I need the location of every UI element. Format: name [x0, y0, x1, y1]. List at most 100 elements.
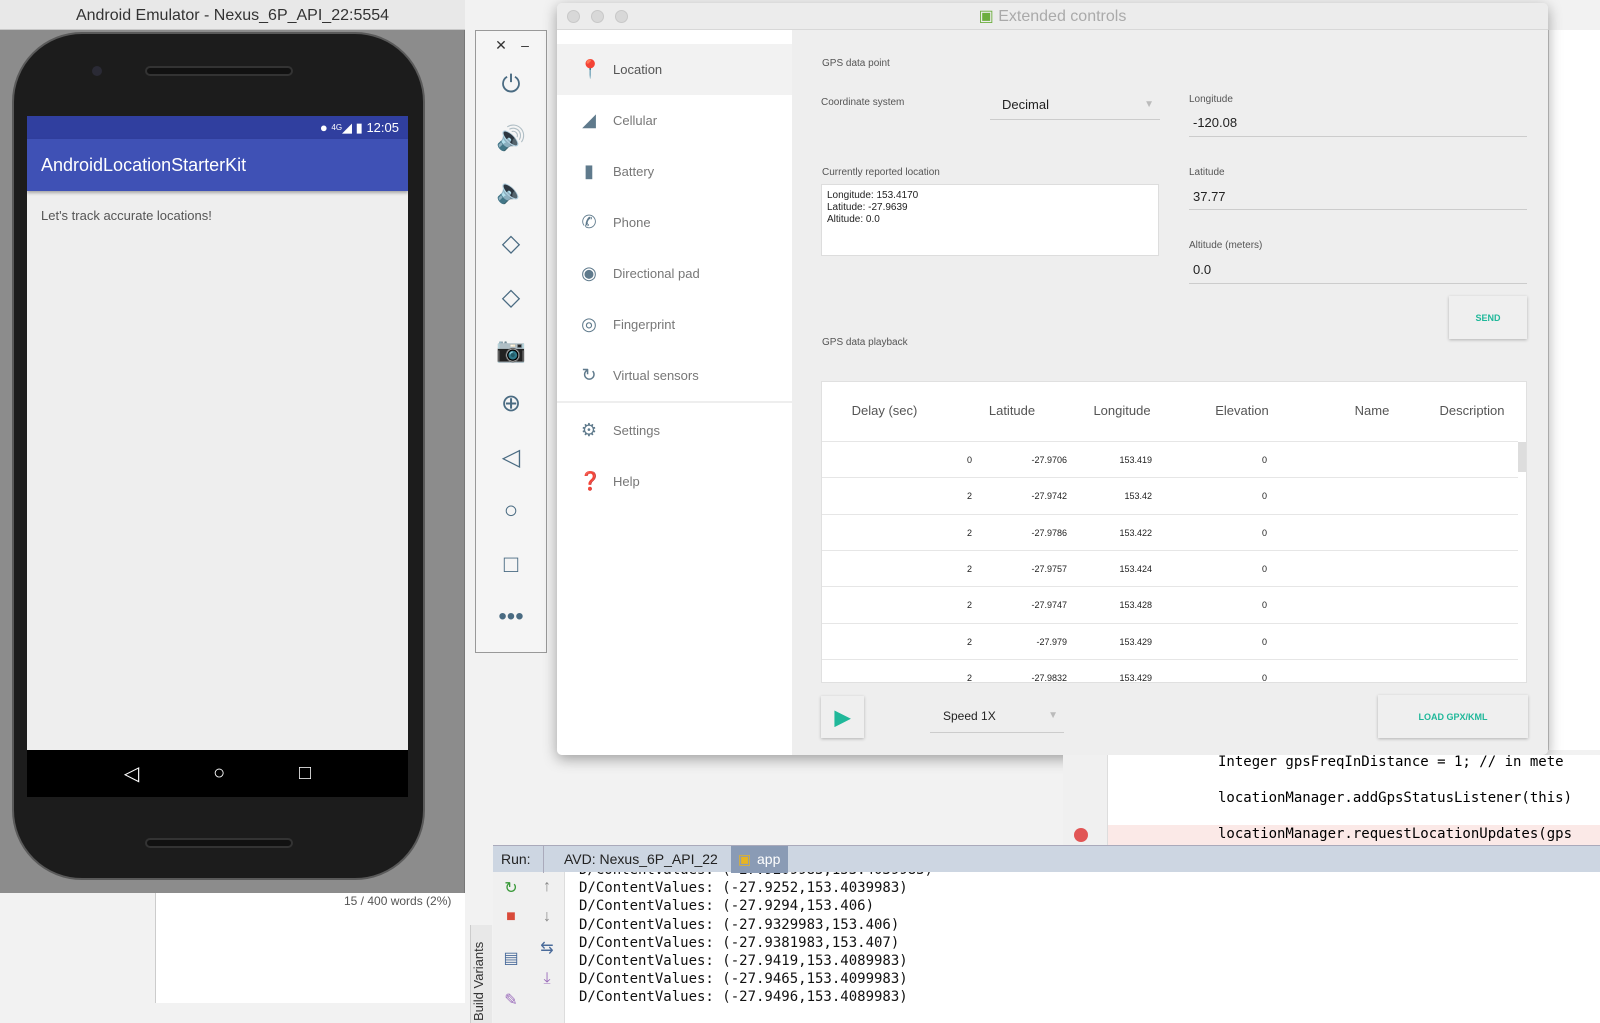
layout-icon[interactable]: ▤ — [499, 948, 523, 968]
altitude-input[interactable]: 0.0 — [1189, 262, 1527, 284]
coordinate-system-select[interactable]: Decimal ▼ — [990, 93, 1160, 120]
minimize-button[interactable] — [591, 10, 604, 23]
scrollbar[interactable] — [1518, 442, 1526, 472]
table-row[interactable]: 2 -27.9747 153.428 0 — [822, 586, 1518, 622]
play-button[interactable]: ▶ — [821, 696, 864, 738]
sidebar-item-phone[interactable]: ✆ Phone — [557, 197, 792, 248]
sidebar-item-help[interactable]: ❓ Help — [557, 456, 792, 507]
back-icon[interactable]: ◁ — [476, 443, 546, 472]
speed-select[interactable]: Speed 1X ▼ — [930, 703, 1064, 733]
reported-longitude: Longitude: 153.4170 — [827, 190, 919, 201]
home-icon[interactable]: ○ — [476, 497, 546, 525]
up-arrow-icon[interactable]: ↑ — [535, 878, 559, 896]
stop-icon[interactable]: ■ — [499, 908, 523, 926]
battery-icon: ▮ — [355, 120, 363, 135]
overview-icon[interactable]: □ — [476, 551, 546, 579]
power-icon[interactable]: ⏻ — [476, 71, 546, 99]
sidebar-item-settings[interactable]: ⚙ Settings — [557, 405, 792, 456]
sidebar-item-label: Phone — [613, 215, 651, 230]
breakpoint-icon[interactable] — [1074, 828, 1088, 842]
volume-down-icon[interactable]: 🔈 — [476, 177, 546, 206]
zoom-icon[interactable]: ⊕ — [476, 389, 546, 418]
latitude-label: Latitude — [1189, 167, 1225, 178]
divider — [557, 401, 792, 403]
folder-icon: ▣ — [738, 851, 752, 867]
column-header[interactable]: Delay (sec) — [832, 382, 937, 440]
back-icon[interactable]: ◁ — [124, 761, 139, 786]
rotate-right-icon[interactable]: ◇ — [476, 283, 546, 312]
tab-app[interactable]: ▣ app — [731, 846, 789, 873]
log-line: D/ContentValues: (-27.9496,153.4089983) — [579, 989, 908, 1006]
altitude-label: Altitude (meters) — [1189, 240, 1263, 251]
column-header[interactable]: Longitude — [1072, 382, 1172, 440]
sidebar-item-location[interactable]: 📍 Location — [557, 44, 792, 95]
camera-icon[interactable]: 📷 — [476, 336, 546, 365]
latitude-input[interactable]: 37.77 — [1189, 189, 1527, 210]
column-header[interactable]: Name — [1332, 382, 1412, 440]
gps-playback-heading: GPS data playback — [822, 337, 908, 348]
table-cell: -27.9757 — [1031, 563, 1067, 574]
column-header[interactable]: Description — [1427, 382, 1517, 440]
zoom-button[interactable] — [615, 10, 628, 23]
minimize-icon[interactable]: – — [490, 37, 560, 53]
column-header[interactable]: Latitude — [962, 382, 1062, 440]
table-cell: 0 — [1261, 672, 1267, 683]
phone-screen[interactable]: ● 4G◢ ▮ 12:05 AndroidLocationStarterKit … — [27, 116, 408, 797]
speaker-bottom — [145, 838, 293, 848]
phone-icon: ✆ — [581, 212, 597, 232]
down-arrow-icon[interactable]: ↓ — [535, 908, 559, 926]
load-gpx-kml-button[interactable]: LOAD GPX/KML — [1378, 695, 1528, 738]
table-row[interactable]: 0 -27.9706 153.419 0 — [822, 441, 1518, 477]
sidebar-item-fingerprint[interactable]: ◎ Fingerprint — [557, 299, 792, 350]
scroll-to-end-icon[interactable]: ⤓ — [535, 970, 559, 988]
location-pin-icon: 📍 — [579, 59, 602, 79]
table-row[interactable]: 2 -27.979 153.429 0 — [822, 622, 1518, 659]
close-button[interactable] — [567, 10, 580, 23]
tab-avd[interactable]: AVD: Nexus_6P_API_22 — [543, 846, 726, 873]
sidebar-item-cellular[interactable]: ◢ Cellular — [557, 95, 792, 146]
sidebar-item-battery[interactable]: ▮ Battery — [557, 146, 792, 197]
sidebar-item-label: Fingerprint — [613, 317, 676, 332]
gps-point-heading: GPS data point — [822, 58, 890, 69]
window-title-text: Extended controls — [998, 8, 1127, 25]
volume-up-icon[interactable]: 🔊 — [476, 124, 546, 153]
table-cell: -27.979 — [1036, 636, 1067, 647]
sidebar-item-virtual-sensors[interactable]: ↻ Virtual sensors — [557, 350, 792, 401]
log-line: D/ContentValues: (-27.9252,153.4039983) — [579, 880, 908, 897]
word-count: 15 / 400 words (2%) — [344, 894, 452, 908]
table-row[interactable]: 2 -27.9757 153.424 0 — [822, 549, 1518, 586]
log-line: D/ContentValues: (-27.9381983,153.407) — [579, 934, 900, 951]
soft-wrap-icon[interactable]: ⇆ — [535, 938, 559, 958]
longitude-input[interactable]: -120.08 — [1189, 115, 1527, 137]
send-button[interactable]: SEND — [1449, 296, 1527, 339]
sidebar-item-label: Help — [613, 474, 640, 489]
table-cell: 153.429 — [1119, 636, 1152, 647]
column-header[interactable]: Elevation — [1192, 382, 1292, 440]
table-cell: 153.428 — [1119, 600, 1152, 611]
recents-icon[interactable]: □ — [299, 762, 311, 785]
sidebar-item-label: Settings — [613, 423, 660, 438]
window-title: ▣ Extended controls — [557, 3, 1548, 30]
nav-bar: ◁ ○ □ — [27, 750, 408, 797]
code-line: locationManager.addGpsStatusListener(thi… — [1218, 790, 1573, 806]
help-icon: ❓ — [579, 471, 602, 491]
table-cell: 153.42 — [1124, 491, 1152, 502]
build-variants-tab[interactable]: Build Variants — [470, 925, 492, 1023]
home-icon[interactable]: ○ — [213, 762, 225, 785]
log-line: D/ContentValues: (-27.9294,153.406) — [579, 898, 875, 915]
table-row[interactable]: 2 -27.9742 153.42 0 — [822, 477, 1518, 513]
rerun-icon[interactable]: ↻ — [499, 878, 523, 898]
speed-value: Speed 1X — [943, 709, 996, 723]
table-cell: -27.9747 — [1031, 600, 1067, 611]
table-row[interactable]: 2 -27.9832 153.429 0 — [822, 658, 1518, 683]
more-icon[interactable]: ••• — [476, 603, 546, 631]
pin-icon[interactable]: ✎ — [499, 990, 523, 1010]
reported-latitude: Latitude: -27.9639 — [827, 202, 908, 213]
sensors-icon: ↻ — [581, 365, 597, 385]
table-cell: -27.9832 — [1031, 672, 1067, 683]
rotate-left-icon[interactable]: ◇ — [476, 229, 546, 258]
log-line: D/ContentValues: (-27.9329983,153.406) — [579, 916, 900, 933]
table-row[interactable]: 2 -27.9786 153.422 0 — [822, 513, 1518, 550]
sidebar-item-directional-pad[interactable]: ◉ Directional pad — [557, 248, 792, 299]
table-cell: 0 — [1261, 636, 1267, 647]
